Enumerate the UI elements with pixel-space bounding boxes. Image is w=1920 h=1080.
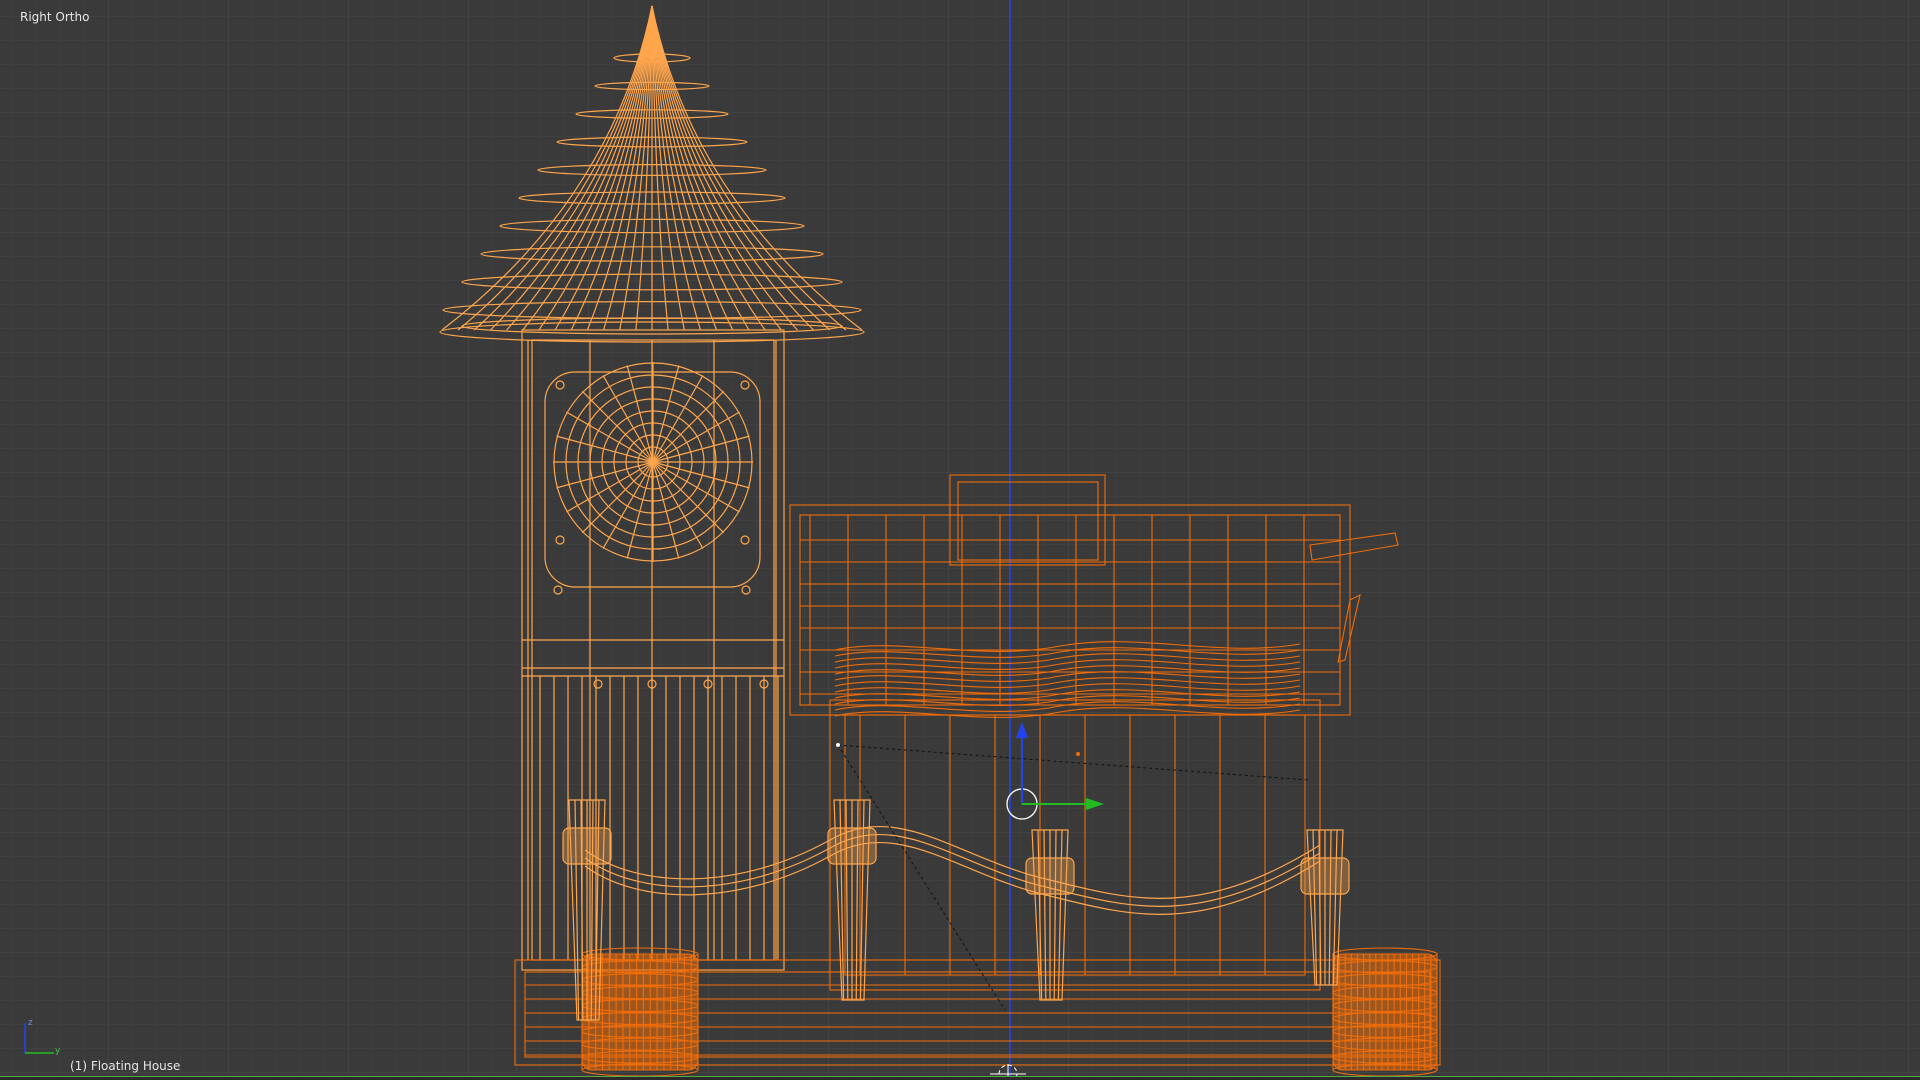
chimney	[949, 474, 1106, 566]
axis-y-label: y	[55, 1046, 61, 1056]
pipe-2	[1337, 593, 1361, 663]
arrow-right-icon[interactable]	[1086, 798, 1104, 810]
axis-orientation-widget: z y	[24, 1018, 61, 1056]
rope	[584, 825, 1321, 915]
wireframe-scene[interactable]	[0, 0, 1920, 1080]
house-planks	[800, 515, 1340, 975]
tower-wireframe[interactable]	[439, 5, 865, 971]
house-upper-inner	[799, 514, 1341, 706]
transform-gizmo[interactable]	[836, 722, 1104, 820]
3d-viewport[interactable]: Right Ortho z y (1) Floating House	[0, 0, 1920, 1080]
house-lower-inner	[844, 714, 1306, 976]
house-wireframe[interactable]	[514, 474, 1441, 1077]
viewport-bottom-edge	[0, 1076, 1920, 1080]
view-name-label: Right Ortho	[20, 10, 90, 24]
axis-z-label: z	[28, 1018, 33, 1028]
active-object-label: (1) Floating House	[70, 1059, 181, 1073]
pipe	[1309, 532, 1399, 561]
arrow-up-icon[interactable]	[1016, 722, 1028, 738]
chimney-inner	[957, 481, 1099, 561]
house-siding-waves	[834, 641, 1301, 718]
clock-face	[553, 362, 753, 562]
